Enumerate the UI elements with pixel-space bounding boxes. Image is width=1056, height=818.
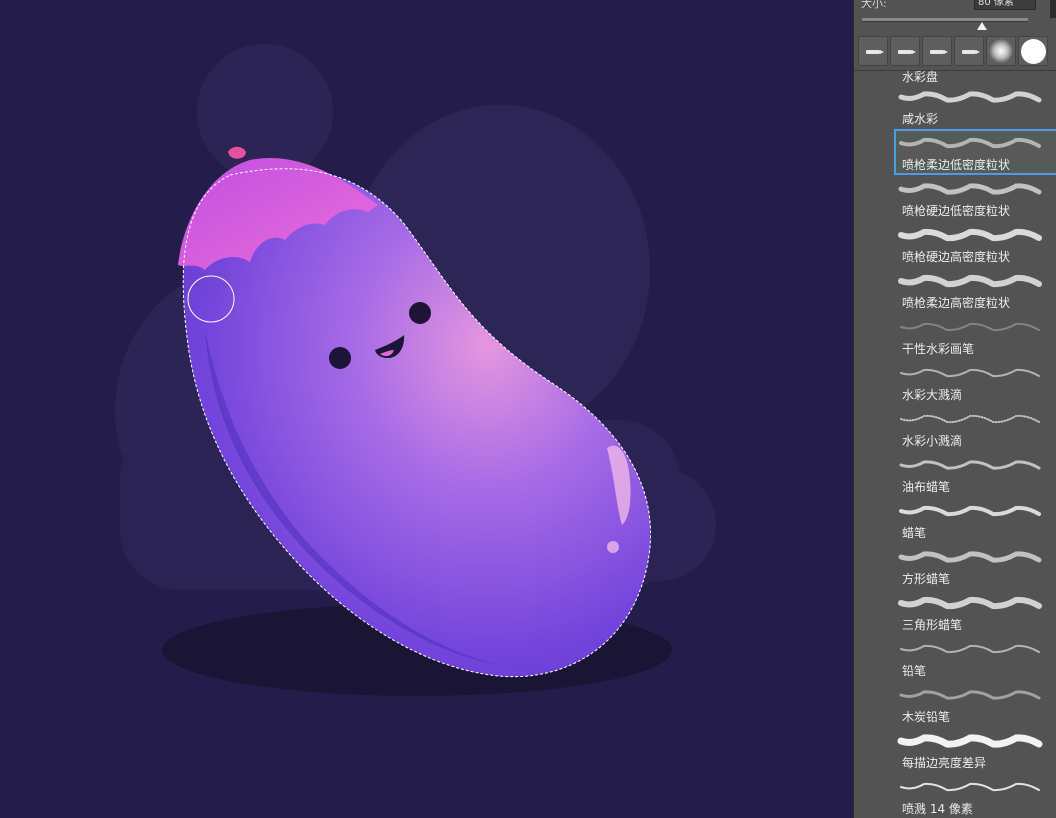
brush-size-input[interactable]: 80 像素 xyxy=(974,0,1036,10)
brush-preset-name: 方形蜡笔 xyxy=(902,572,951,586)
brush-preset-item[interactable]: 每描边亮度差异 xyxy=(895,728,1056,772)
brush-preset-item[interactable]: 木炭铅笔 xyxy=(895,682,1056,726)
brush-size-label: 大小: xyxy=(861,0,887,10)
brush-stroke-preview xyxy=(895,270,1055,292)
gloss-dot xyxy=(607,541,619,553)
brush-preset-item[interactable]: 油布蜡笔 xyxy=(895,452,1056,496)
brush-preset-item[interactable]: 干性水彩画笔 xyxy=(895,314,1056,358)
brush-stroke-preview xyxy=(895,500,1055,522)
brush-preset-name: 油布蜡笔 xyxy=(902,480,951,494)
brush-preset-name: 水彩盘 xyxy=(902,70,939,84)
brush-preset-item[interactable]: 喷枪柔边低密度粒状 xyxy=(894,129,1056,175)
brush-preset-name: 喷枪柔边低密度粒状 xyxy=(902,158,1011,172)
brush-preset-item[interactable]: 水彩大溅滴 xyxy=(895,360,1056,404)
brush-preset-item[interactable]: 咸水彩 xyxy=(895,84,1056,128)
brush-preset-item[interactable]: 蜡笔 xyxy=(895,498,1056,542)
brush-presets-panel: 大小: 80 像素 水彩盘咸水彩喷枪柔边低密度粒状 喷枪硬边低密度粒状 喷枪硬边高密… xyxy=(853,0,1056,818)
brush-preset-item[interactable]: 喷溅 14 像素 xyxy=(895,774,1056,818)
brush-preset-item[interactable]: 三角形蜡笔 xyxy=(895,590,1056,634)
brush-stroke-preview xyxy=(895,132,1055,154)
brush-preset-item[interactable]: 水彩盘 xyxy=(895,44,1056,84)
brush-preset-item[interactable]: 喷枪柔边高密度粒状 xyxy=(895,268,1056,312)
brush-preset-item[interactable]: 喷枪硬边高密度粒状 xyxy=(895,222,1056,266)
brush-preset-name: 水彩小溅滴 xyxy=(902,434,963,448)
brush-stroke-preview xyxy=(895,362,1055,384)
pen-tip-icon xyxy=(866,50,884,54)
brush-size-slider-thumb[interactable] xyxy=(976,22,987,30)
brush-preset-name: 咸水彩 xyxy=(902,112,939,126)
brush-preset-name: 蜡笔 xyxy=(902,526,927,540)
brush-preset-name: 喷溅 14 像素 xyxy=(902,802,973,816)
left-eye xyxy=(329,347,351,369)
brush-preset-item[interactable]: 铅笔 xyxy=(895,636,1056,680)
brush-stroke-preview xyxy=(895,408,1055,430)
brush-stroke-preview xyxy=(895,454,1055,476)
brush-preset-name: 水彩大溅滴 xyxy=(902,388,963,402)
brush-preset-name: 干性水彩画笔 xyxy=(902,342,975,356)
brush-preset-name: 喷枪柔边高密度粒状 xyxy=(902,296,1011,310)
brush-stroke-preview xyxy=(895,224,1055,246)
right-eye xyxy=(409,302,431,324)
brush-preset-name: 喷枪硬边低密度粒状 xyxy=(902,204,1011,218)
brush-stroke-preview xyxy=(895,316,1055,338)
brush-preset-item[interactable]: 水彩小溅滴 xyxy=(895,406,1056,450)
brush-stroke-preview xyxy=(895,684,1055,706)
document-canvas[interactable] xyxy=(0,0,853,818)
brush-preset-item[interactable]: 方形蜡笔 xyxy=(895,544,1056,588)
brush-preset-name: 木炭铅笔 xyxy=(902,710,951,724)
brush-size-row: 大小: 80 像素 xyxy=(854,0,1056,18)
brush-size-slider[interactable] xyxy=(862,18,1028,22)
brush-preset-name: 喷枪硬边高密度粒状 xyxy=(902,250,1011,264)
brush-stroke-preview xyxy=(895,546,1055,568)
panel-scroll-corner xyxy=(1050,0,1056,18)
brush-stroke-preview xyxy=(895,592,1055,614)
brush-preset-name: 三角形蜡笔 xyxy=(902,618,963,632)
brush-preset-name: 每描边亮度差异 xyxy=(902,756,987,770)
brush-tip-1[interactable] xyxy=(858,36,888,66)
brush-stroke-preview xyxy=(895,86,1055,108)
brush-stroke-preview xyxy=(895,178,1055,200)
brush-stroke-preview xyxy=(895,730,1055,752)
brush-preset-item[interactable]: 喷枪硬边低密度粒状 xyxy=(895,176,1056,220)
brush-stroke-preview xyxy=(895,638,1055,660)
brush-stroke-preview xyxy=(895,776,1055,798)
eggplant-illustration xyxy=(115,44,716,696)
brush-preset-name: 铅笔 xyxy=(902,664,927,678)
